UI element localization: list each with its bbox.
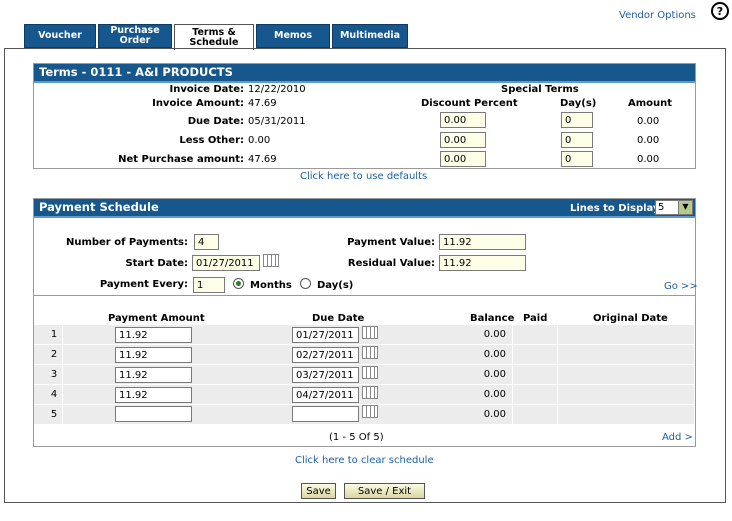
payment-amount-input-1[interactable]: [115, 327, 192, 343]
schedule-divider: [34, 295, 695, 296]
tab-terms-schedule-label-2: Schedule: [189, 36, 239, 48]
days-input-1[interactable]: [561, 112, 593, 128]
special-terms-heading: Special Terms: [501, 84, 579, 95]
term-amount-2: 0.00: [637, 135, 660, 146]
payment-amount-input-4[interactable]: [115, 387, 192, 403]
use-defaults-link[interactable]: Click here to use defaults: [300, 171, 427, 182]
invoice-date-value: 12/22/2010: [248, 84, 306, 95]
add-link[interactable]: Add >: [662, 432, 693, 443]
tab-multimedia-label: Multimedia: [339, 30, 401, 41]
due-date-input-1[interactable]: [292, 327, 359, 343]
months-label: Months: [250, 280, 292, 291]
invoice-date-label: Invoice Date:: [169, 84, 244, 95]
payment-amount-input-5[interactable]: [115, 406, 192, 422]
save-exit-button[interactable]: Save / Exit: [344, 483, 425, 499]
start-date-input[interactable]: [192, 255, 260, 271]
column-divider: [512, 324, 513, 424]
start-date-label: Start Date:: [125, 258, 188, 269]
due-date-header: Due Date: [312, 313, 365, 324]
save-button[interactable]: Save: [301, 483, 336, 499]
column-divider: [62, 324, 63, 424]
payment-every-label: Payment Every:: [99, 279, 188, 290]
row-number: 3: [50, 369, 58, 380]
tab-terms-schedule[interactable]: Terms & Schedule: [174, 24, 254, 50]
discount-percent-input-3[interactable]: [440, 151, 486, 167]
row-balance: 0.00: [483, 349, 506, 360]
go-link[interactable]: Go >>: [664, 281, 698, 292]
tab-purchase-order[interactable]: Purchase Order: [98, 24, 172, 48]
payment-amount-input-3[interactable]: [115, 367, 192, 383]
calendar-icon[interactable]: [362, 366, 378, 379]
tab-memos-label: Memos: [274, 30, 312, 41]
days-radio[interactable]: [300, 278, 311, 289]
paid-header: Paid: [523, 313, 548, 324]
tab-multimedia[interactable]: Multimedia: [332, 24, 408, 48]
payment-every-input[interactable]: [193, 277, 225, 293]
row-number: 5: [50, 409, 58, 420]
tab-memos[interactable]: Memos: [256, 24, 330, 48]
term-amount-3: 0.00: [637, 154, 660, 165]
lines-to-display-select[interactable]: 5 ▼: [655, 200, 693, 215]
tab-voucher[interactable]: Voucher: [24, 24, 96, 48]
due-date-input-4[interactable]: [292, 387, 359, 403]
term-amount-1: 0.00: [637, 116, 660, 127]
due-date-label: Due Date:: [187, 116, 244, 127]
less-other-label: Less Other:: [179, 135, 244, 146]
row-balance: 0.00: [483, 369, 506, 380]
pager-text: (1 - 5 Of 5): [329, 432, 384, 443]
less-other-value: 0.00: [248, 135, 271, 146]
payment-amount-header: Payment Amount: [108, 313, 205, 324]
payment-value-input[interactable]: [439, 234, 526, 250]
row-number: 1: [50, 329, 58, 340]
invoice-amount-value: 47.69: [248, 98, 277, 109]
days-input-2[interactable]: [561, 132, 593, 148]
num-payments-label: Number of Payments:: [65, 237, 188, 248]
row-balance: 0.00: [483, 409, 506, 420]
calendar-icon[interactable]: [362, 405, 378, 418]
vendor-options-link[interactable]: Vendor Options: [619, 10, 696, 21]
due-date-input-3[interactable]: [292, 367, 359, 383]
tab-purchase-order-label-2: Order: [119, 35, 151, 46]
net-purchase-value: 47.69: [248, 154, 277, 165]
row-number: 4: [50, 389, 58, 400]
amount-header: Amount: [628, 98, 673, 109]
calendar-icon[interactable]: [362, 386, 378, 399]
calendar-icon[interactable]: [362, 326, 378, 339]
help-icon[interactable]: ?: [711, 2, 729, 20]
calendar-icon[interactable]: [263, 254, 279, 267]
tab-voucher-label: Voucher: [38, 30, 82, 41]
discount-percent-input-2[interactable]: [440, 132, 486, 148]
months-radio[interactable]: [233, 278, 244, 289]
payment-amount-input-2[interactable]: [115, 347, 192, 363]
days-header: Day(s): [560, 98, 597, 109]
residual-value-label: Residual Value:: [347, 258, 435, 269]
original-date-header: Original Date: [593, 313, 668, 324]
lines-to-display-label: Lines to Display:: [570, 203, 664, 214]
net-purchase-label: Net Purchase amount:: [118, 154, 244, 165]
discount-percent-header: Discount Percent: [421, 98, 518, 109]
due-date-input-2[interactable]: [292, 347, 359, 363]
row-number: 2: [50, 349, 58, 360]
tab-terms-schedule-label-1: Terms &: [192, 26, 236, 38]
row-balance: 0.00: [483, 329, 506, 340]
days-input-3[interactable]: [561, 151, 593, 167]
num-payments-input[interactable]: [194, 234, 219, 250]
balance-header: Balance: [470, 313, 515, 324]
discount-percent-input-1[interactable]: [440, 112, 486, 128]
days-radio-label: Day(s): [317, 280, 354, 291]
terms-title: Terms - 0111 - A&I PRODUCTS: [34, 64, 695, 83]
due-date-input-5[interactable]: [292, 406, 359, 422]
calendar-icon[interactable]: [362, 346, 378, 359]
lines-to-display-value: 5: [658, 202, 665, 213]
chevron-down-icon: ▼: [678, 201, 692, 214]
residual-value-input[interactable]: [439, 255, 526, 271]
due-date-value: 05/31/2011: [248, 116, 306, 127]
invoice-amount-label: Invoice Amount:: [152, 98, 244, 109]
payment-value-label: Payment Value:: [347, 237, 435, 248]
row-balance: 0.00: [483, 389, 506, 400]
clear-schedule-link[interactable]: Click here to clear schedule: [295, 455, 434, 466]
column-divider: [557, 324, 558, 424]
